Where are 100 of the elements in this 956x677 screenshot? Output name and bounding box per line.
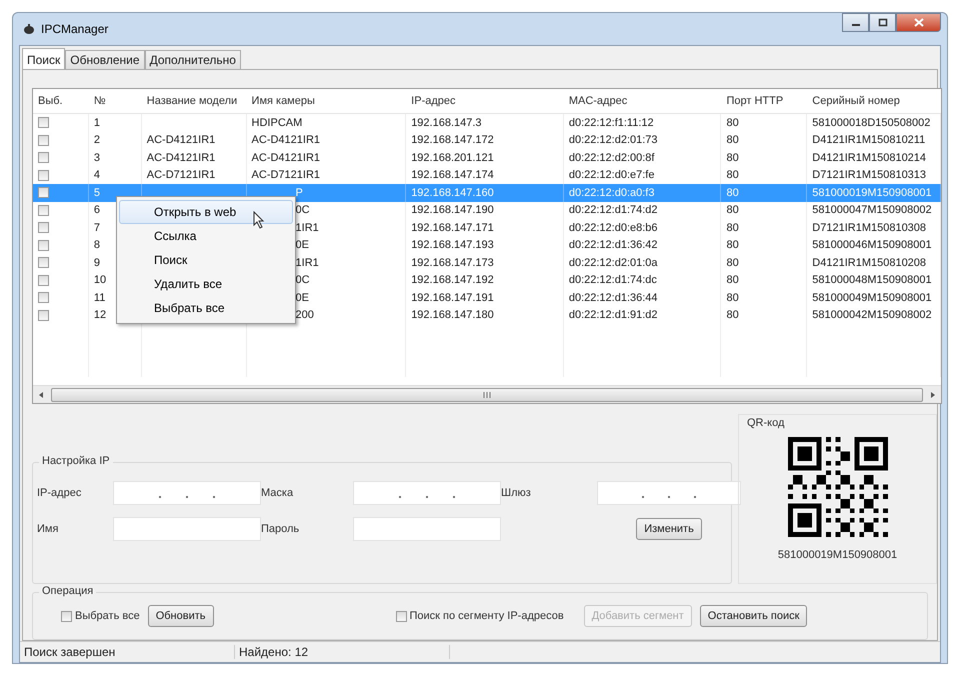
table-row[interactable]: 2 AC-D4121IR1 AC-D4121IR1 192.168.147.172 d0:22:12:d2:01:73 80 D4121IR1M150810211 [33, 132, 941, 149]
table-cell: 192.168.147.191 [411, 292, 494, 304]
mouse-cursor-icon [253, 211, 265, 229]
table-cell: 192.168.147.160 [411, 186, 494, 199]
table-cell: 192.168.147.3 [411, 116, 482, 129]
table-cell: d0:22:12:d1:74:dc [568, 274, 657, 286]
segment-search-checkbox[interactable]: Поиск по сегменту IP-адресов [396, 610, 564, 622]
maximize-button[interactable] [869, 13, 896, 32]
close-button[interactable] [896, 13, 941, 32]
table-cell: 80 [726, 116, 739, 129]
table-cell: d0:22:12:d2:01:0a [568, 256, 658, 269]
table-cell: 192.168.147.172 [411, 134, 494, 146]
table-cell: d0:22:12:d0:e8:b6 [568, 222, 658, 234]
checkbox[interactable] [38, 152, 49, 164]
checkbox[interactable] [38, 240, 49, 251]
table-cell: D4121IR1M150810208 [812, 256, 926, 269]
table-cell: AC-D4121IR1 [252, 134, 320, 146]
table-cell: 192.168.147.174 [411, 169, 494, 182]
table-row[interactable]: 3 AC-D4121IR1 AC-D4121IR1 192.168.201.121 d0:22:12:d2:00:8f 80 D4121IR1M150810214 [33, 149, 941, 166]
stop-search-button[interactable]: Остановить поиск [700, 605, 808, 627]
menu-item[interactable]: Открыть в web [119, 200, 293, 224]
group-title: QR-код [747, 417, 784, 429]
table-cell: 3 [94, 152, 100, 164]
table-cell: 200 [296, 309, 314, 322]
table-row[interactable]: 1 HDIPCAM 192.168.147.3 d0:22:12:f1:11:12 80 581000018D150508002 [33, 114, 941, 132]
table-cell: D4121IR1M150810211 [812, 134, 926, 146]
column-header[interactable]: Серийный номер [807, 95, 941, 107]
table-cell: D4121IR1M150810214 [812, 152, 926, 164]
checkbox[interactable] [38, 292, 49, 304]
gateway-field[interactable] [597, 481, 741, 505]
table-cell: d0:22:12:d1:74:d2 [568, 204, 658, 216]
table-cell: d0:22:12:d2:01:73 [568, 134, 658, 146]
field-label: IP-адрес [37, 487, 82, 499]
table-cell: AC-D7121IR1 [146, 169, 216, 182]
table-cell: d0:22:12:d1:36:42 [568, 239, 658, 252]
table-cell: 4 [94, 169, 100, 182]
checkbox[interactable] [38, 222, 49, 234]
field-label: Маска [261, 487, 294, 499]
table-cell: 192.168.147.190 [411, 204, 494, 216]
table-cell: d0:22:12:d1:36:44 [568, 292, 658, 304]
table-cell: 581000047M150908002 [812, 204, 932, 216]
checkbox[interactable] [38, 274, 49, 286]
table-cell: 80 [726, 152, 739, 164]
group-title: Операция [39, 585, 96, 597]
name-field[interactable] [113, 517, 261, 541]
password-field[interactable] [353, 517, 501, 541]
table-cell: D7121IR1M150810313 [812, 169, 926, 182]
column-header[interactable]: IP-адрес [406, 95, 564, 107]
table-cell: 0E [296, 239, 310, 252]
serial-number: 581000019M150908001 [778, 549, 898, 561]
table-cell: d0:22:12:d1:91:d2 [568, 309, 658, 322]
mask-field[interactable] [353, 481, 501, 505]
status-text: Поиск завершен [20, 645, 235, 659]
change-button[interactable]: Изменить [636, 518, 702, 540]
table-cell: 80 [726, 186, 739, 199]
checkbox[interactable] [38, 134, 49, 146]
table-cell: 80 [726, 134, 739, 146]
table-cell: P [296, 186, 303, 199]
table-cell: 6 [94, 204, 100, 216]
checkbox[interactable] [38, 310, 49, 321]
right-arrow-icon[interactable] [929, 390, 937, 398]
table-cell: 5 [94, 186, 100, 199]
table-cell: AC-D4121IR1 [146, 134, 216, 146]
table-cell: 192.168.147.192 [411, 274, 494, 286]
checkbox[interactable] [38, 187, 49, 198]
refresh-button[interactable]: Обновить [148, 605, 214, 627]
table-cell: 581000018D150508002 [812, 116, 930, 129]
table-cell: 581000019M150908001 [812, 186, 932, 199]
tab[interactable]: Дополнительно [144, 50, 241, 69]
tab[interactable]: Обновление [65, 50, 145, 69]
column-header[interactable]: MAC-адрес [564, 95, 722, 107]
minimize-button[interactable] [842, 13, 869, 32]
checkbox[interactable] [38, 257, 49, 268]
checkbox[interactable] [38, 204, 49, 216]
table-cell: 80 [726, 256, 739, 269]
table-cell: 192.168.201.121 [411, 152, 494, 164]
table-cell: d0:22:12:d0:a0:f3 [568, 186, 654, 199]
table-cell: 80 [726, 309, 739, 322]
select-all-checkbox[interactable]: Выбрать все [61, 610, 140, 622]
column-header[interactable]: Имя камеры [246, 95, 406, 107]
column-header[interactable]: Выб. [33, 95, 89, 107]
maximize-icon [878, 18, 888, 27]
table-cell: 7 [94, 222, 100, 234]
group-title: Настройка IP [39, 455, 113, 467]
ip-address-field[interactable] [113, 481, 261, 505]
column-header[interactable]: № [88, 95, 142, 107]
horizontal-scrollbar[interactable] [33, 385, 941, 403]
table-cell: 1IR1 [296, 222, 319, 234]
table-cell: AC-D4121IR1 [146, 152, 216, 164]
table-cell: 192.168.147.171 [411, 222, 494, 234]
app-icon [23, 24, 35, 34]
column-header[interactable]: Порт HTTP [721, 95, 808, 107]
close-icon [914, 18, 924, 27]
table-cell: 80 [726, 239, 739, 252]
checkbox[interactable] [38, 170, 49, 181]
table-cell: D7121IR1M150810308 [812, 222, 926, 234]
tab[interactable]: Поиск [22, 48, 66, 69]
checkbox[interactable] [38, 117, 49, 128]
column-header[interactable]: Название модели [142, 95, 247, 107]
left-arrow-icon[interactable] [37, 390, 45, 398]
